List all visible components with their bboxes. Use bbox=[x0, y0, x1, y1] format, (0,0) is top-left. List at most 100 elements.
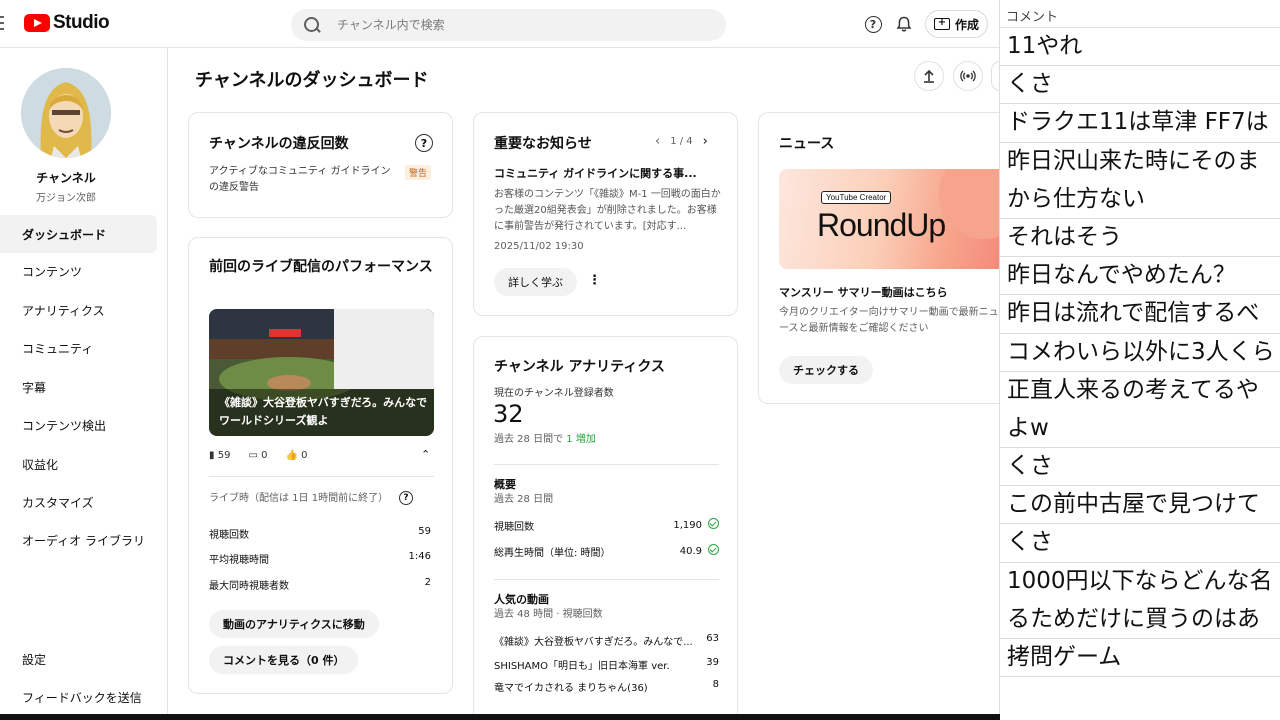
sidebar-item-audio-library[interactable]: オーディオ ライブラリ bbox=[0, 521, 157, 559]
notice-card: 重要なお知らせ ‹ 1 / 4 › コミュニティ ガイドラインに関する事... … bbox=[473, 112, 738, 316]
comments-overlay: コメント 11やれ くさ ドラクエ11は草津 FF7は 昨日沢山来た時にそのま … bbox=[999, 0, 1280, 720]
popular-video-row[interactable]: SHISHAMO「明日も」旧日本海軍 ver. 39 bbox=[494, 657, 719, 672]
sidebar-item-subtitles[interactable]: 字幕 bbox=[0, 368, 157, 406]
live-time-help-icon[interactable]: ? bbox=[399, 491, 413, 505]
violations-text: アクティブなコミュニティ ガイドラインの違反警告 bbox=[209, 166, 391, 193]
news-body: 今月のクリエイター向けサマリー動画で最新ニュースと最新情報をご確認ください bbox=[779, 307, 999, 334]
comment-item: 正直人来るの考えてるや bbox=[1007, 376, 1259, 403]
logo-text: Studio bbox=[53, 12, 110, 33]
comment-item: から仕方ない bbox=[1000, 181, 1280, 219]
sidebar-item-content-detection[interactable]: コンテンツ検出 bbox=[0, 406, 157, 444]
popular-period: 過去 48 時間 · 視聴回数 bbox=[494, 609, 603, 620]
sidebar-item-feedback[interactable]: フィードバックを送信 bbox=[0, 678, 157, 716]
page-title: チャンネルのダッシュボード bbox=[195, 70, 429, 91]
check-it-button[interactable]: チェックする bbox=[779, 356, 873, 384]
summary-row: 視聴回数 1,190 bbox=[494, 518, 719, 533]
comment-item: この前中古屋で見つけて bbox=[1000, 486, 1280, 525]
channel-analytics-card: チャンネル アナリティクス 現在のチャンネル登録者数 32 過去 28 日間で … bbox=[473, 336, 738, 720]
live-performance-card: 前回のライブ配信のパフォーマンス 《雑談》大谷登板ヤバすぎだろ。みんなでワールド… bbox=[188, 237, 453, 694]
check-icon bbox=[708, 518, 719, 529]
comments-header: コメント bbox=[1000, 0, 1280, 28]
channel-avatar[interactable] bbox=[21, 68, 111, 158]
sidebar-item-dashboard[interactable]: ダッシュボード bbox=[0, 215, 157, 253]
comment-item: それはそう bbox=[1000, 219, 1280, 258]
chevron-left-icon[interactable]: ‹ bbox=[655, 134, 660, 149]
search-input[interactable] bbox=[337, 18, 697, 32]
chevron-right-icon[interactable]: › bbox=[703, 134, 708, 149]
summary-row: 総再生時間（単位: 時間） 40.9 bbox=[494, 544, 719, 559]
upload-icon[interactable] bbox=[914, 61, 944, 91]
violations-help-icon[interactable]: ? bbox=[415, 134, 433, 152]
learn-more-button[interactable]: 詳しく学ぶ bbox=[494, 268, 577, 296]
summary-title: 概要 bbox=[494, 478, 516, 491]
bar-chart-icon: ▮ bbox=[209, 450, 215, 461]
popular-video-row[interactable]: 《雑談》大谷登板ヤバすぎだろ。みんなで... 63 bbox=[494, 633, 719, 648]
banner-tag: YouTube Creator bbox=[821, 191, 892, 204]
stat-row: 最大同時視聴者数 2 bbox=[209, 577, 431, 592]
bottom-edge-bar bbox=[0, 714, 1000, 720]
notice-headline[interactable]: コミュニティ ガイドラインに関する事... bbox=[494, 165, 719, 181]
sidebar-item-content[interactable]: コンテンツ bbox=[0, 252, 157, 290]
likes-stat: 👍 0 bbox=[285, 450, 308, 461]
violations-card: チャンネルの違反回数 ? アクティブなコミュニティ ガイドラインの違反警告 警告 bbox=[188, 112, 453, 218]
notice-body: お客様のコンテンツ「《雑談》M-1 一回戦の面白かった厳選20組発表会」が削除さ… bbox=[494, 189, 721, 232]
news-headline[interactable]: マンスリー サマリー動画はこちら bbox=[779, 284, 948, 300]
comment-item: 昨日沢山来た時にそのま bbox=[1007, 147, 1260, 174]
live-quick-stats: ▮ 59 ▭ 0 👍 0 bbox=[209, 450, 307, 461]
menu-icon[interactable] bbox=[0, 16, 4, 30]
create-video-icon: + bbox=[934, 18, 950, 30]
sidebar: チャンネル 万ジョン次郎 ダッシュボード コンテンツ アナリティクス コミュニテ… bbox=[0, 48, 168, 720]
go-live-icon[interactable] bbox=[953, 61, 983, 91]
notice-date: 2025/11/02 19:30 bbox=[494, 241, 584, 252]
comment-item: 昨日は流れで配信するべ bbox=[1000, 295, 1280, 334]
view-comments-button[interactable]: コメントを見る（0 件） bbox=[209, 646, 359, 674]
notifications-icon[interactable] bbox=[894, 14, 914, 34]
channel-name: チャンネル bbox=[36, 171, 96, 185]
comment-item: 昨日なんでやめたん？ bbox=[1000, 257, 1280, 296]
more-options-icon[interactable]: ⋮ bbox=[588, 273, 601, 288]
comment-item: 拷問ゲーム bbox=[1000, 639, 1280, 678]
news-card: ニュース YouTube Creator RoundUp マンスリー サマリー動… bbox=[758, 112, 1000, 404]
subscribers-value: 32 bbox=[493, 400, 524, 428]
comments-stat: ▭ 0 bbox=[248, 450, 268, 461]
thumb-up-icon: 👍 bbox=[285, 450, 298, 461]
notice-pager: ‹ 1 / 4 › bbox=[655, 134, 708, 149]
comment-item: ドラクエ11は草津 FF7は bbox=[1000, 104, 1280, 143]
studio-logo[interactable]: Studio bbox=[24, 12, 110, 34]
stat-row: 平均視聴時間 1:46 bbox=[209, 551, 431, 566]
popular-video-row[interactable]: 竜マでイカされる まりちゃん(36) 8 bbox=[494, 679, 719, 694]
comment-item: るためだけに買うのはあ bbox=[1000, 601, 1280, 639]
banner-shape bbox=[939, 169, 1000, 239]
stat-row: 視聴回数 59 bbox=[209, 526, 431, 541]
comment-item: 11やれ bbox=[1000, 28, 1280, 67]
create-button[interactable]: + 作成 bbox=[925, 10, 989, 38]
comment-item: コメわいら以外に3人くら bbox=[1000, 334, 1280, 372]
help-icon[interactable]: ? bbox=[863, 14, 883, 34]
search-icon[interactable] bbox=[303, 16, 321, 34]
violations-title: チャンネルの違反回数 bbox=[209, 136, 349, 152]
comment-item: よw bbox=[1000, 410, 1280, 449]
sidebar-item-monetization[interactable]: 収益化 bbox=[0, 445, 157, 483]
sidebar-item-analytics[interactable]: アナリティクス bbox=[0, 291, 157, 329]
youtube-logo-icon bbox=[24, 14, 50, 32]
create-label: 作成 bbox=[955, 17, 980, 32]
live-thumbnail[interactable]: 《雑談》大谷登板ヤバすぎだろ。みんなでワールドシリーズ観よ bbox=[209, 309, 434, 436]
sidebar-item-settings[interactable]: 設定 bbox=[0, 640, 157, 678]
video-analytics-button[interactable]: 動画のアナリティクスに移動 bbox=[209, 610, 379, 638]
sidebar-item-customization[interactable]: カスタマイズ bbox=[0, 483, 157, 521]
live-card-title: 前回のライブ配信のパフォーマンス bbox=[209, 259, 433, 275]
collapse-chevron-icon[interactable]: ⌃ bbox=[421, 448, 430, 461]
notice-title: 重要なお知らせ bbox=[494, 136, 592, 152]
sidebar-item-community[interactable]: コミュニティ bbox=[0, 329, 157, 367]
views-stat: ▮ 59 bbox=[209, 450, 231, 461]
subscribers-change: 過去 28 日間で 1 増加 bbox=[494, 434, 596, 445]
popular-title: 人気の動画 bbox=[494, 593, 549, 606]
search-bar[interactable] bbox=[291, 9, 726, 41]
news-banner[interactable]: YouTube Creator RoundUp bbox=[779, 169, 1000, 269]
comment-item: くさ bbox=[1000, 524, 1280, 563]
banner-title: RoundUp bbox=[817, 207, 946, 243]
summary-period: 過去 28 日間 bbox=[494, 494, 554, 505]
live-time-label: ライブ時（配信は 1日 1時間前に終了） bbox=[209, 493, 389, 504]
comment-item: 1000円以下ならどんな名 bbox=[1007, 567, 1273, 594]
check-icon bbox=[708, 544, 719, 555]
